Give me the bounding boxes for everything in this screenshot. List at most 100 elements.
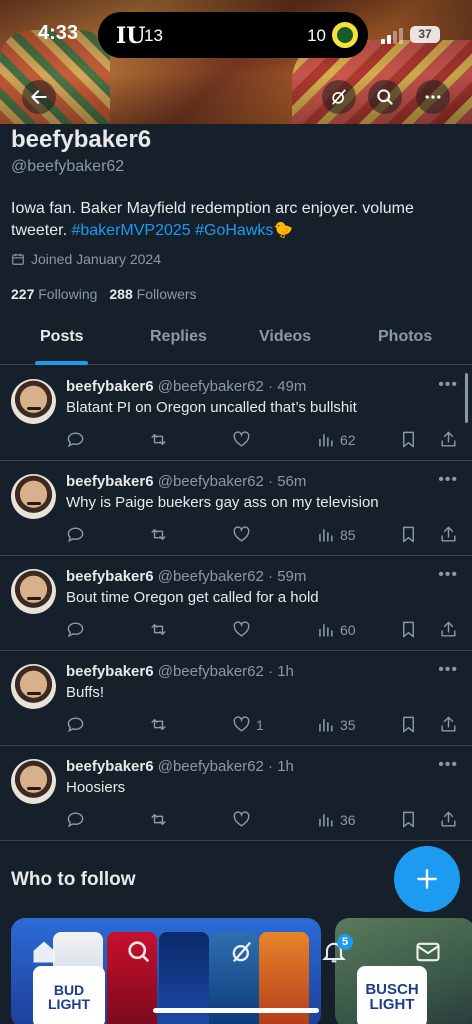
- tweet-header: beefybaker6 @beefybaker62 · 49m: [66, 378, 306, 395]
- reply-button[interactable]: [66, 430, 85, 449]
- repost-button[interactable]: [149, 525, 168, 544]
- back-button[interactable]: [22, 80, 56, 114]
- indiana-logo-icon: IU: [116, 23, 146, 49]
- bio-hashtag[interactable]: #GoHawks: [195, 222, 273, 239]
- repost-button[interactable]: [149, 430, 168, 449]
- views-button[interactable]: 36: [316, 810, 356, 829]
- follow-stats: 227 Following 288 Followers: [11, 286, 197, 302]
- reply-icon: [67, 432, 84, 448]
- tweet-more-icon[interactable]: •••: [438, 376, 458, 394]
- signal-icon: [381, 28, 403, 44]
- tab-posts[interactable]: Posts: [40, 328, 84, 346]
- compose-post-button[interactable]: [394, 846, 460, 912]
- avatar[interactable]: [11, 664, 56, 709]
- like-count: 1: [256, 716, 264, 733]
- bookmark-button[interactable]: [399, 620, 418, 639]
- tab-photos[interactable]: Photos: [378, 328, 432, 346]
- tweet-text: Why is Paige buekers gay ass on my telev…: [66, 494, 379, 511]
- tweet-row[interactable]: beefybaker6 @beefybaker62 · 49m ••• Blat…: [0, 366, 472, 461]
- reply-button[interactable]: [66, 620, 85, 639]
- home-indicator[interactable]: [153, 1008, 319, 1013]
- bookmark-button[interactable]: [399, 810, 418, 829]
- share-button[interactable]: [439, 525, 458, 544]
- tweet-author-name[interactable]: beefybaker6: [66, 378, 154, 395]
- who-to-follow-heading: Who to follow: [11, 869, 136, 890]
- share-button[interactable]: [439, 810, 458, 829]
- like-button[interactable]: [232, 430, 256, 449]
- avatar[interactable]: [11, 474, 56, 519]
- joined-date: Joined January 2024: [11, 251, 161, 267]
- dynamic-island-score[interactable]: IU 13 10: [98, 12, 368, 58]
- tweet-author-name[interactable]: beefybaker6: [66, 473, 154, 490]
- heart-icon: [233, 526, 250, 542]
- follow-suggestion-card[interactable]: BUSCH LIGHT: [335, 918, 472, 1024]
- followers-label: Followers: [136, 286, 197, 302]
- bookmark-button[interactable]: [399, 430, 418, 449]
- more-options-button[interactable]: [416, 80, 450, 114]
- views-button[interactable]: 85: [316, 525, 356, 544]
- avatar[interactable]: [11, 379, 56, 424]
- tweet-more-icon[interactable]: •••: [438, 661, 458, 679]
- grok-icon[interactable]: [228, 938, 256, 966]
- oregon-logo-icon: [332, 22, 358, 48]
- tweet-handle-time: @beefybaker62 · 1h: [157, 663, 294, 680]
- grok-button[interactable]: [322, 80, 356, 114]
- avatar[interactable]: [11, 569, 56, 614]
- reply-button[interactable]: [66, 715, 85, 734]
- views-chart-icon: [319, 433, 333, 447]
- like-button[interactable]: [232, 620, 256, 639]
- avatar[interactable]: [11, 759, 56, 804]
- bookmark-button[interactable]: [399, 715, 418, 734]
- like-button[interactable]: [232, 525, 256, 544]
- share-button[interactable]: [439, 620, 458, 639]
- messages-envelope-icon[interactable]: [414, 938, 442, 966]
- profile-display-name: beefybaker6: [11, 126, 152, 153]
- repost-button[interactable]: [149, 715, 168, 734]
- profile-tabs: Posts Replies Videos Photos: [0, 310, 472, 365]
- views-button[interactable]: 35: [316, 715, 356, 734]
- repost-icon: [151, 624, 166, 635]
- reply-icon: [67, 717, 84, 733]
- share-icon: [441, 716, 456, 732]
- tweet-row[interactable]: beefybaker6 @beefybaker62 · 59m ••• Bout…: [0, 556, 472, 651]
- like-button[interactable]: [232, 810, 256, 829]
- share-button[interactable]: [439, 715, 458, 734]
- home-icon[interactable]: [30, 938, 58, 966]
- share-button[interactable]: [439, 430, 458, 449]
- tab-replies[interactable]: Replies: [150, 328, 207, 346]
- chick-emoji-icon: 🐤: [273, 222, 294, 239]
- bud-light-logo: BUD LIGHT: [33, 966, 105, 1024]
- following-link[interactable]: 227 Following: [11, 286, 97, 302]
- calendar-icon: [12, 253, 24, 265]
- tweet-text: Buffs!: [66, 684, 105, 701]
- tweet-row[interactable]: beefybaker6 @beefybaker62 · 56m ••• Why …: [0, 461, 472, 556]
- tweet-text: Blatant PI on Oregon uncalled that’s bul…: [66, 399, 357, 416]
- view-count: 60: [340, 621, 356, 638]
- more-horizontal-icon: [425, 95, 441, 99]
- tweet-author-name[interactable]: beefybaker6: [66, 568, 154, 585]
- views-button[interactable]: 62: [316, 430, 356, 449]
- repost-button[interactable]: [149, 620, 168, 639]
- tweet-more-icon[interactable]: •••: [438, 566, 458, 584]
- views-button[interactable]: 60: [316, 620, 356, 639]
- like-button[interactable]: 1: [232, 715, 264, 734]
- bio-hashtag[interactable]: #bakerMVP2025: [71, 222, 190, 239]
- reply-button[interactable]: [66, 810, 85, 829]
- tweet-more-icon[interactable]: •••: [438, 471, 458, 489]
- active-tab-indicator: [35, 361, 88, 365]
- reply-button[interactable]: [66, 525, 85, 544]
- back-arrow-icon: [31, 90, 47, 104]
- tweet-row[interactable]: beefybaker6 @beefybaker62 · 1h ••• Buffs…: [0, 651, 472, 746]
- tweet-row[interactable]: beefybaker6 @beefybaker62 · 1h ••• Hoosi…: [0, 746, 472, 841]
- tweet-author-name[interactable]: beefybaker6: [66, 663, 154, 680]
- tweet-author-name[interactable]: beefybaker6: [66, 758, 154, 775]
- views-chart-icon: [319, 813, 333, 827]
- bookmark-button[interactable]: [399, 525, 418, 544]
- followers-link[interactable]: 288 Followers: [109, 286, 196, 302]
- search-icon[interactable]: [125, 938, 153, 966]
- tweet-more-icon[interactable]: •••: [438, 756, 458, 774]
- search-button[interactable]: [368, 80, 402, 114]
- repost-button[interactable]: [149, 810, 168, 829]
- tab-videos[interactable]: Videos: [259, 328, 311, 346]
- bookmark-icon: [403, 716, 414, 733]
